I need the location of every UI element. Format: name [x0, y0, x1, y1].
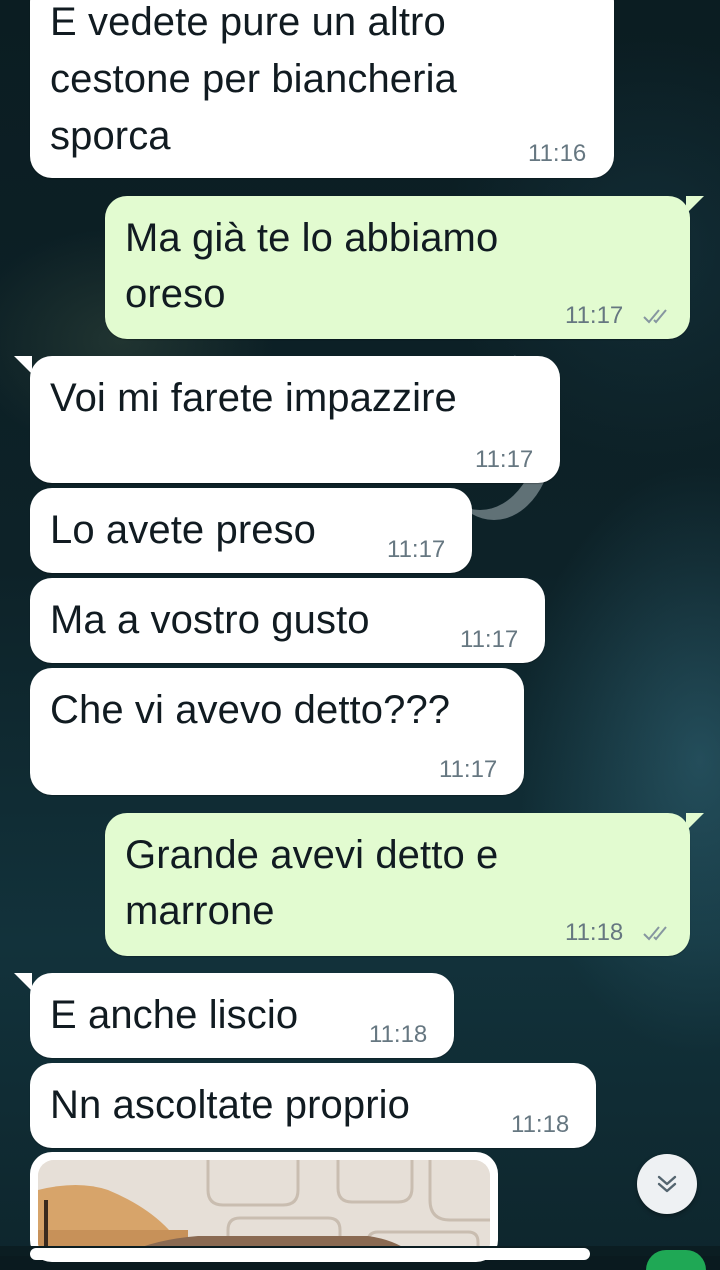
- mic-button[interactable]: [646, 1250, 706, 1270]
- message-text: Voi mi farete impazzire: [50, 376, 457, 420]
- message-time: 11:17: [565, 302, 624, 329]
- message-time: 11:18: [565, 919, 624, 946]
- message-bubble-outgoing[interactable]: Grande avevi detto e marrone 11:18: [105, 813, 690, 956]
- message-text: Nn ascoltate proprio: [50, 1083, 410, 1127]
- message-text: oreso: [125, 272, 226, 316]
- message-text: Grande avevi detto e: [125, 833, 499, 877]
- message-bubble-incoming[interactable]: E anche liscio 11:18: [30, 973, 454, 1058]
- bubble-tail: [14, 356, 32, 374]
- photo-content: [38, 1160, 490, 1258]
- message-bubble-incoming[interactable]: Nn ascoltate proprio 11:18: [30, 1063, 596, 1148]
- message-time: 11:17: [387, 536, 446, 563]
- message-bubble-incoming[interactable]: Che vi avevo detto??? 11:17: [30, 668, 524, 795]
- message-text: Lo avete preso: [50, 508, 317, 552]
- message-time: 11:17: [475, 446, 534, 473]
- message-time: 11:16: [528, 140, 587, 167]
- message-text: sporca: [50, 114, 171, 158]
- chevron-double-down-icon: [657, 1175, 677, 1193]
- message-text: Ma a vostro gusto: [50, 598, 370, 642]
- message-bubble-outgoing[interactable]: Ma già te lo abbiamo oreso 11:17: [105, 196, 690, 339]
- message-text: cestone per biancheria: [50, 57, 457, 101]
- message-text: Che vi avevo detto???: [50, 688, 451, 732]
- scroll-to-bottom-button[interactable]: [637, 1154, 697, 1214]
- bubble-tail: [14, 973, 32, 991]
- message-text: E anche liscio: [50, 993, 299, 1037]
- message-bubble-incoming[interactable]: E vedete pure un altro cestone per bianc…: [30, 0, 614, 178]
- message-text: E vedete pure un altro: [50, 0, 446, 44]
- message-time: 11:18: [511, 1111, 570, 1138]
- message-bubble-incoming[interactable]: Ma a vostro gusto 11:17: [30, 578, 545, 663]
- message-bubble-incoming[interactable]: Lo avete preso 11:17: [30, 488, 472, 573]
- message-time: 11:17: [460, 626, 519, 653]
- message-photo[interactable]: [38, 1160, 490, 1258]
- message-text: marrone: [125, 889, 275, 933]
- message-time: 11:18: [369, 1021, 428, 1048]
- read-double-check-icon: [643, 926, 667, 941]
- message-time: 11:17: [439, 756, 498, 783]
- read-double-check-icon: [643, 309, 667, 324]
- message-bubble-incoming[interactable]: Voi mi farete impazzire 11:17: [30, 356, 560, 483]
- message-text: Ma già te lo abbiamo: [125, 216, 499, 260]
- message-input[interactable]: [30, 1248, 590, 1260]
